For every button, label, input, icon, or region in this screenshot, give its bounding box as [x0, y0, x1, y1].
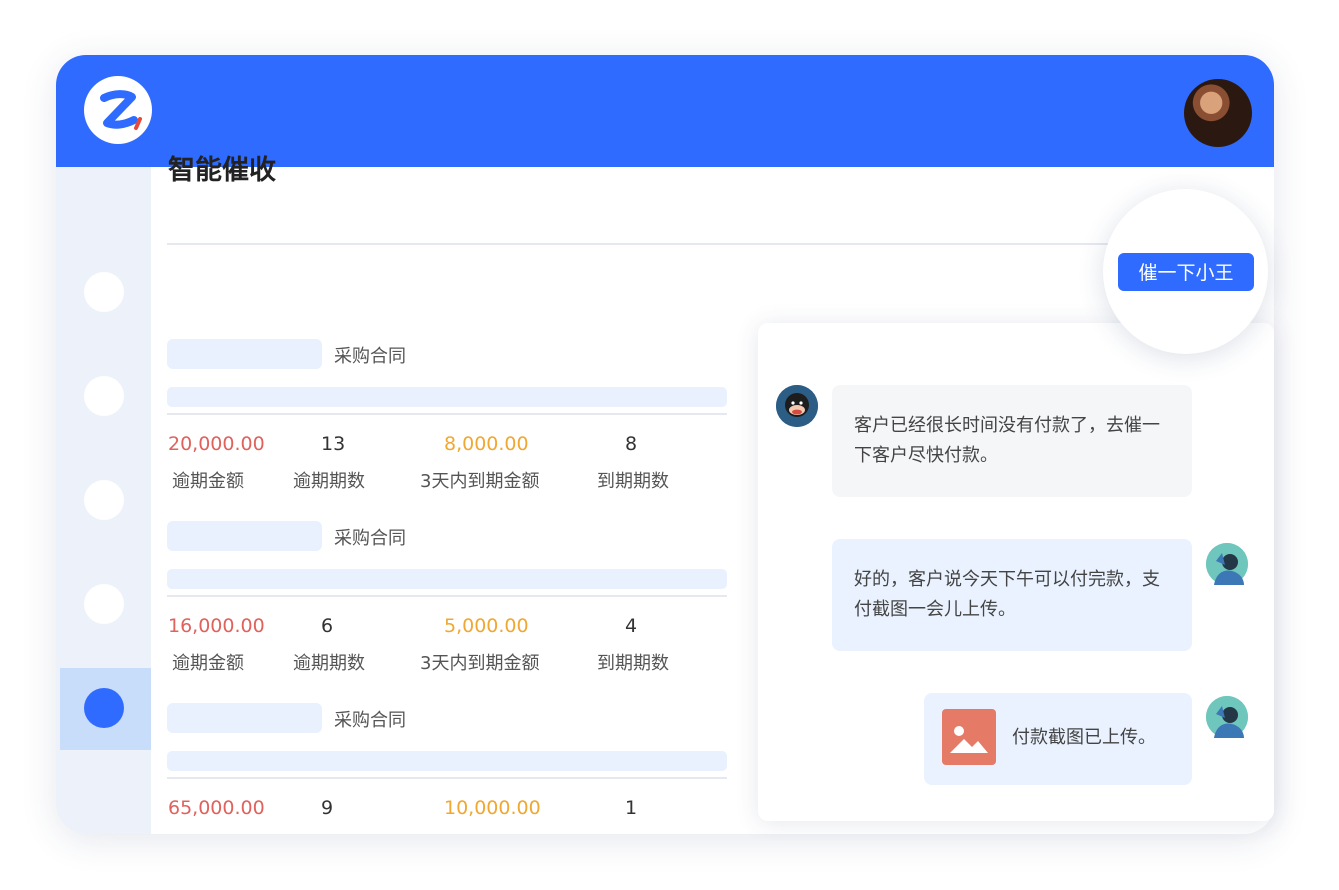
page-title: 智能催收	[168, 155, 276, 186]
chat-message-text: 付款截图已上传。	[1012, 727, 1156, 748]
overdue-amount: 65,000.00	[168, 797, 265, 819]
due-3days-amount: 5,000.00	[444, 615, 529, 637]
image-icon[interactable]	[942, 709, 996, 765]
sidebar-item-active[interactable]	[84, 688, 124, 728]
divider	[167, 243, 1157, 245]
contract-tag-placeholder	[167, 521, 322, 551]
overdue-amount: 16,000.00	[168, 615, 265, 637]
user-avatar-icon	[1206, 543, 1248, 585]
chat-message-text: 客户已经很长时间没有付款了，去催一下客户尽快付款。	[854, 415, 1160, 466]
contract-bar-placeholder	[167, 569, 727, 589]
sidebar-item-2[interactable]	[84, 376, 124, 416]
monkey-avatar-icon	[776, 385, 818, 427]
due-periods: 1	[625, 797, 638, 819]
overdue-periods-label: 逾期期数	[293, 653, 365, 674]
user-avatar-icon	[1206, 696, 1248, 738]
overdue-periods: 9	[321, 797, 334, 819]
chat-message: 客户已经很长时间没有付款了，去催一下客户尽快付款。	[832, 385, 1192, 497]
due-periods-label: 到期期数	[597, 653, 669, 674]
sidebar-item-1[interactable]	[84, 272, 124, 312]
contract-name: 采购合同	[334, 710, 406, 731]
due-3days-amount-label: 3天内到期金额	[420, 471, 540, 492]
chat-message: 好的，客户说今天下午可以付完款，支付截图一会儿上传。	[832, 539, 1192, 651]
contract-card[interactable]: 采购合同 65,000.00 9 10,000.00 1	[167, 703, 727, 831]
remind-button[interactable]: 催一下小王	[1118, 253, 1254, 291]
contract-name: 采购合同	[334, 528, 406, 549]
overdue-amount-label: 逾期金额	[172, 471, 244, 492]
divider	[167, 413, 727, 415]
contract-tag-placeholder	[167, 703, 322, 733]
contract-name: 采购合同	[334, 346, 406, 367]
overdue-amount-label: 逾期金额	[172, 653, 244, 674]
sidebar	[56, 167, 151, 834]
due-3days-amount-label: 3天内到期金额	[420, 653, 540, 674]
chat-message-attachment[interactable]: 付款截图已上传。	[924, 693, 1192, 785]
divider	[167, 595, 727, 597]
sidebar-item-4[interactable]	[84, 584, 124, 624]
user-avatar[interactable]	[1184, 79, 1252, 147]
contract-card[interactable]: 采购合同 16,000.00 6 5,000.00 4 逾期金额 逾期期数 3天…	[167, 521, 727, 691]
due-periods-label: 到期期数	[597, 471, 669, 492]
overdue-periods-label: 逾期期数	[293, 471, 365, 492]
chat-panel: 客户已经很长时间没有付款了，去催一下客户尽快付款。 好的，客户说今天下午可以付完…	[758, 323, 1274, 821]
divider	[167, 777, 727, 779]
contract-bar-placeholder	[167, 387, 727, 407]
sidebar-item-3[interactable]	[84, 480, 124, 520]
overdue-periods: 13	[321, 433, 346, 455]
contract-tag-placeholder	[167, 339, 322, 369]
due-periods: 8	[625, 433, 638, 455]
contract-bar-placeholder	[167, 751, 727, 771]
due-3days-amount: 10,000.00	[444, 797, 541, 819]
contract-card[interactable]: 采购合同 20,000.00 13 8,000.00 8 逾期金额 逾期期数 3…	[167, 339, 727, 509]
overdue-amount: 20,000.00	[168, 433, 265, 455]
chat-message-text: 好的，客户说今天下午可以付完款，支付截图一会儿上传。	[854, 569, 1160, 620]
due-periods: 4	[625, 615, 638, 637]
z-logo-icon[interactable]	[84, 76, 152, 144]
due-3days-amount: 8,000.00	[444, 433, 529, 455]
overdue-periods: 6	[321, 615, 334, 637]
